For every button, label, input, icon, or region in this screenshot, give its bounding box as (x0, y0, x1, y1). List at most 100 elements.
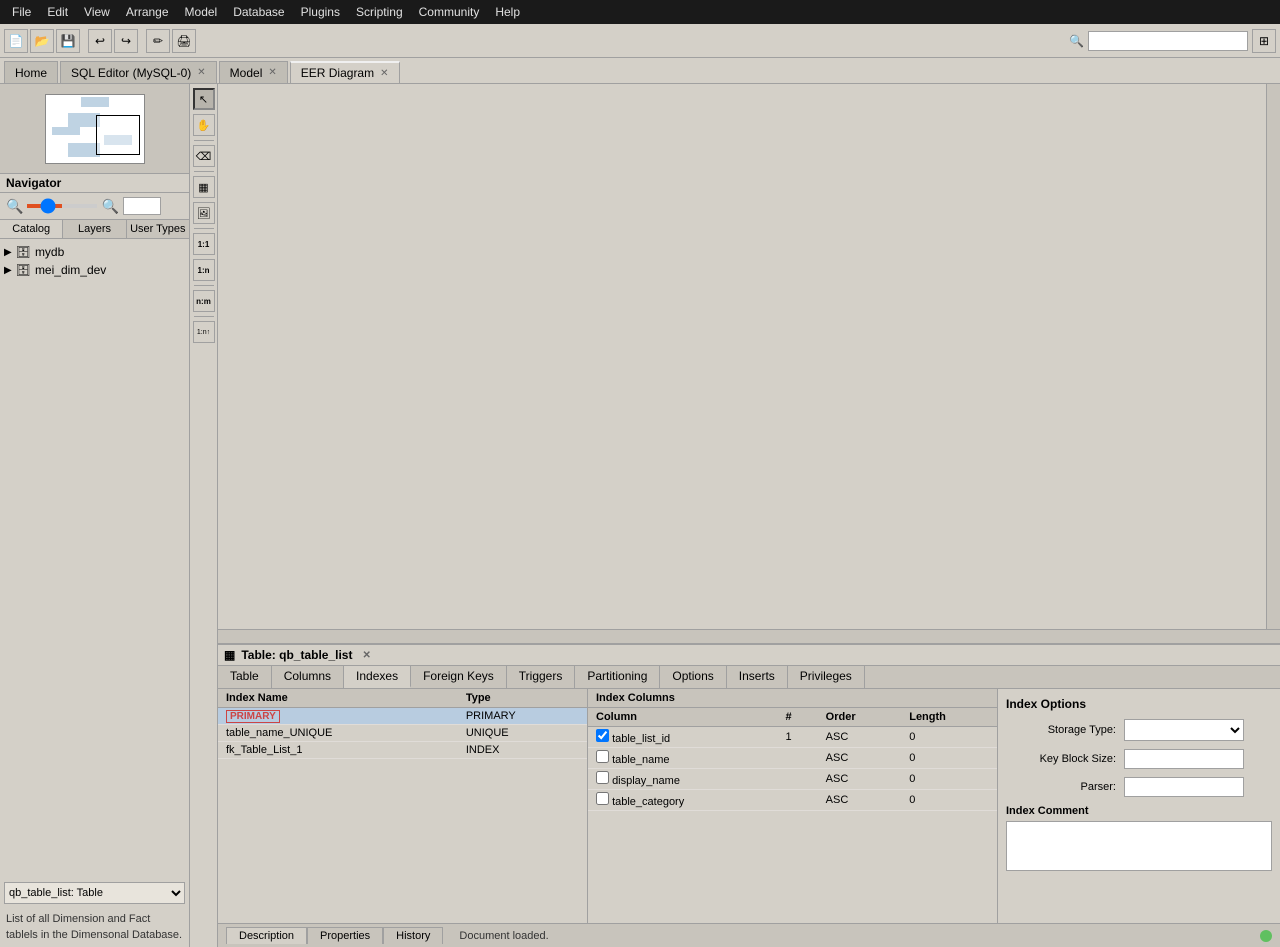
editor-tab-partitioning[interactable]: Partitioning (575, 666, 660, 688)
menu-edit[interactable]: Edit (39, 3, 76, 21)
col-name-display-name: display_name (612, 775, 680, 787)
col-check-table-name[interactable] (596, 750, 609, 763)
navigator-label: Navigator (0, 174, 189, 193)
status-tab-history[interactable]: History (383, 927, 443, 944)
tool-palette: ↖ ✋ ⌫ ▦ 🖼 1:1 1:n n:m 1:n↑ (190, 84, 218, 947)
menu-model[interactable]: Model (177, 3, 226, 21)
relation-1n-button[interactable]: 1:1 (193, 233, 215, 255)
editor-tab-foreign-keys[interactable]: Foreign Keys (411, 666, 507, 688)
index-options-title: Index Options (1006, 697, 1272, 711)
tab-sql-editor[interactable]: SQL Editor (MySQL-0) ✕ (60, 61, 217, 83)
menu-file[interactable]: File (4, 3, 39, 21)
object-type-select[interactable]: qb_table_list: Table (4, 882, 185, 904)
menu-database[interactable]: Database (225, 3, 292, 21)
undo-button[interactable]: ↩ (88, 29, 112, 53)
relation-nm-button[interactable]: n:m (193, 290, 215, 312)
editor-tab-indexes[interactable]: Indexes (344, 666, 411, 688)
sidebar-tab-catalog[interactable]: Catalog (0, 220, 63, 238)
zoom-slider[interactable] (27, 204, 97, 208)
key-block-size-input[interactable]: 0 (1124, 749, 1244, 769)
tab-eer-diagram[interactable]: EER Diagram ✕ (290, 61, 400, 83)
search-input[interactable] (1088, 31, 1248, 51)
table-tool-button[interactable]: ▦ (193, 176, 215, 198)
select-tool-button[interactable]: ↖ (193, 88, 215, 110)
menu-scripting[interactable]: Scripting (348, 3, 411, 21)
tab-model-label: Model (230, 66, 263, 80)
sidebar-tab-layers[interactable]: Layers (63, 220, 126, 238)
index-name-primary: PRIMARY (218, 708, 458, 725)
editor-tab-inserts[interactable]: Inserts (727, 666, 788, 688)
index-type-fk: INDEX (458, 742, 587, 759)
editor-tab-triggers[interactable]: Triggers (507, 666, 576, 688)
menu-help[interactable]: Help (487, 3, 528, 21)
sidebar-tab-user-types[interactable]: User Types (127, 220, 189, 238)
tab-model[interactable]: Model ✕ (219, 61, 288, 83)
db-icon: 🗄 (16, 245, 31, 259)
zoom-value-input[interactable]: 100 (123, 197, 161, 215)
tab-eer-close[interactable]: ✕ (380, 68, 388, 79)
eraser-tool-button[interactable]: ⌫ (193, 145, 215, 167)
status-indicator (1260, 930, 1272, 942)
editor-tab-options[interactable]: Options (660, 666, 726, 688)
col-name-table-list-id: table_list_id (612, 733, 670, 745)
index-row-unique[interactable]: table_name_UNIQUE UNIQUE (218, 725, 587, 742)
expand-mydb-icon[interactable]: ▶ (4, 247, 12, 258)
canvas-vertical-scrollbar[interactable] (1266, 84, 1280, 629)
index-row-fk[interactable]: fk_Table_List_1 INDEX (218, 742, 587, 759)
redo-button[interactable]: ↪ (114, 29, 138, 53)
tree-item-mei-dim-dev[interactable]: ▶ 🗄 mei_dim_dev (4, 261, 185, 279)
index-col-row-1: table_name ASC 0 (588, 748, 997, 769)
index-list: Index Name Type PRIMARY PRIMARY (218, 689, 588, 923)
table-editor-title: Table: qb_table_list (241, 648, 352, 662)
status-tab-description[interactable]: Description (226, 927, 307, 944)
canvas-horizontal-scrollbar[interactable] (218, 629, 1280, 643)
index-row-primary[interactable]: PRIMARY PRIMARY (218, 708, 587, 725)
editor-tab-table[interactable]: Table (218, 666, 272, 688)
search-submit-button[interactable]: ⊞ (1252, 29, 1276, 53)
object-description: List of all Dimension and Fact tablels i… (0, 908, 189, 947)
zoom-in-icon[interactable]: 🔍 (101, 198, 118, 215)
tab-home-label: Home (15, 66, 47, 80)
toolbar: 📄 📂 💾 ↩ ↪ ✏ 🖨 🔍 ⊞ (0, 24, 1280, 58)
key-block-size-label: Key Block Size: (1006, 753, 1116, 765)
menu-arrange[interactable]: Arrange (118, 3, 177, 21)
index-comment-label: Index Comment (1006, 805, 1272, 817)
left-sidebar: Navigator 🔍 🔍 100 Catalog Layers User Ty… (0, 84, 190, 947)
view-tool-button[interactable]: 🖼 (193, 202, 215, 224)
menu-view[interactable]: View (76, 3, 118, 21)
open-button[interactable]: 📂 (30, 29, 54, 53)
col-order-3: ASC (818, 790, 902, 811)
save-button[interactable]: 💾 (56, 29, 80, 53)
tab-sql-label: SQL Editor (MySQL-0) (71, 66, 191, 80)
col-check-display-name[interactable] (596, 771, 609, 784)
status-tab-properties[interactable]: Properties (307, 927, 383, 944)
col-check-table-list-id[interactable] (596, 729, 609, 742)
tab-model-close[interactable]: ✕ (268, 67, 276, 78)
tree-item-mydb[interactable]: ▶ 🗄 mydb (4, 243, 185, 261)
storage-type-select[interactable] (1124, 719, 1244, 741)
search-icon: 🔍 (1069, 34, 1084, 48)
col-check-table-category[interactable] (596, 792, 609, 805)
editor-tab-privileges[interactable]: Privileges (788, 666, 865, 688)
new-button[interactable]: 📄 (4, 29, 28, 53)
zoom-out-icon[interactable]: 🔍 (6, 198, 23, 215)
pan-tool-button[interactable]: ✋ (193, 114, 215, 136)
tab-sql-close[interactable]: ✕ (197, 67, 205, 78)
relation-1nid-button[interactable]: 1:n↑ (193, 321, 215, 343)
tree-area: ▶ 🗄 mydb ▶ 🗄 mei_dim_dev (0, 239, 189, 878)
tab-home[interactable]: Home (4, 61, 58, 83)
editor-tab-columns[interactable]: Columns (272, 666, 344, 688)
expand-mei-icon[interactable]: ▶ (4, 265, 12, 276)
edit-button[interactable]: ✏ (146, 29, 170, 53)
col-num-1 (777, 748, 817, 769)
navigator-title: Navigator (6, 176, 61, 190)
search-box: 🔍 ⊞ (1069, 29, 1276, 53)
relation-1n2-button[interactable]: 1:n (193, 259, 215, 281)
menu-plugins[interactable]: Plugins (293, 3, 348, 21)
parser-input[interactable] (1124, 777, 1244, 797)
print-button[interactable]: 🖨 (172, 29, 196, 53)
table-icon-header: ▦ (224, 648, 235, 662)
table-editor-close[interactable]: ✕ (362, 650, 370, 661)
index-comment-textarea[interactable] (1006, 821, 1272, 871)
menu-community[interactable]: Community (411, 3, 488, 21)
